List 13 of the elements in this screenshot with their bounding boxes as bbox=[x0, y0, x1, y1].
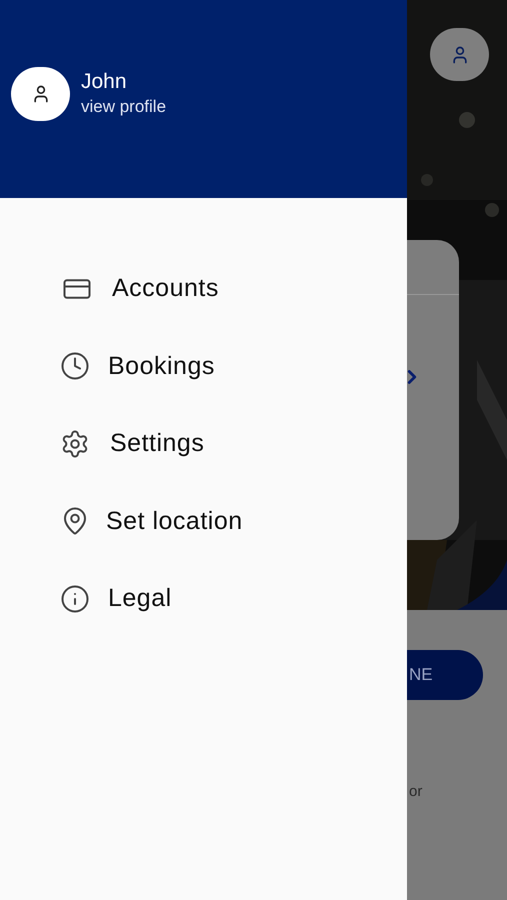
menu-item[interactable]: Set location bbox=[60, 482, 407, 560]
body-text: or bbox=[408, 782, 424, 802]
view-profile-link[interactable]: view profile bbox=[81, 95, 166, 119]
menu-item[interactable]: Bookings bbox=[60, 328, 407, 405]
menu-item[interactable]: Accounts bbox=[60, 250, 407, 328]
clock-icon bbox=[60, 351, 90, 382]
menu-item[interactable]: Legal bbox=[60, 560, 407, 638]
info-icon bbox=[60, 584, 90, 614]
avatar[interactable] bbox=[11, 67, 70, 121]
settings-icon bbox=[60, 428, 90, 459]
user-name: John bbox=[81, 69, 128, 95]
menu-item[interactable]: Settings bbox=[60, 405, 407, 482]
action-button[interactable]: NE bbox=[407, 650, 483, 700]
